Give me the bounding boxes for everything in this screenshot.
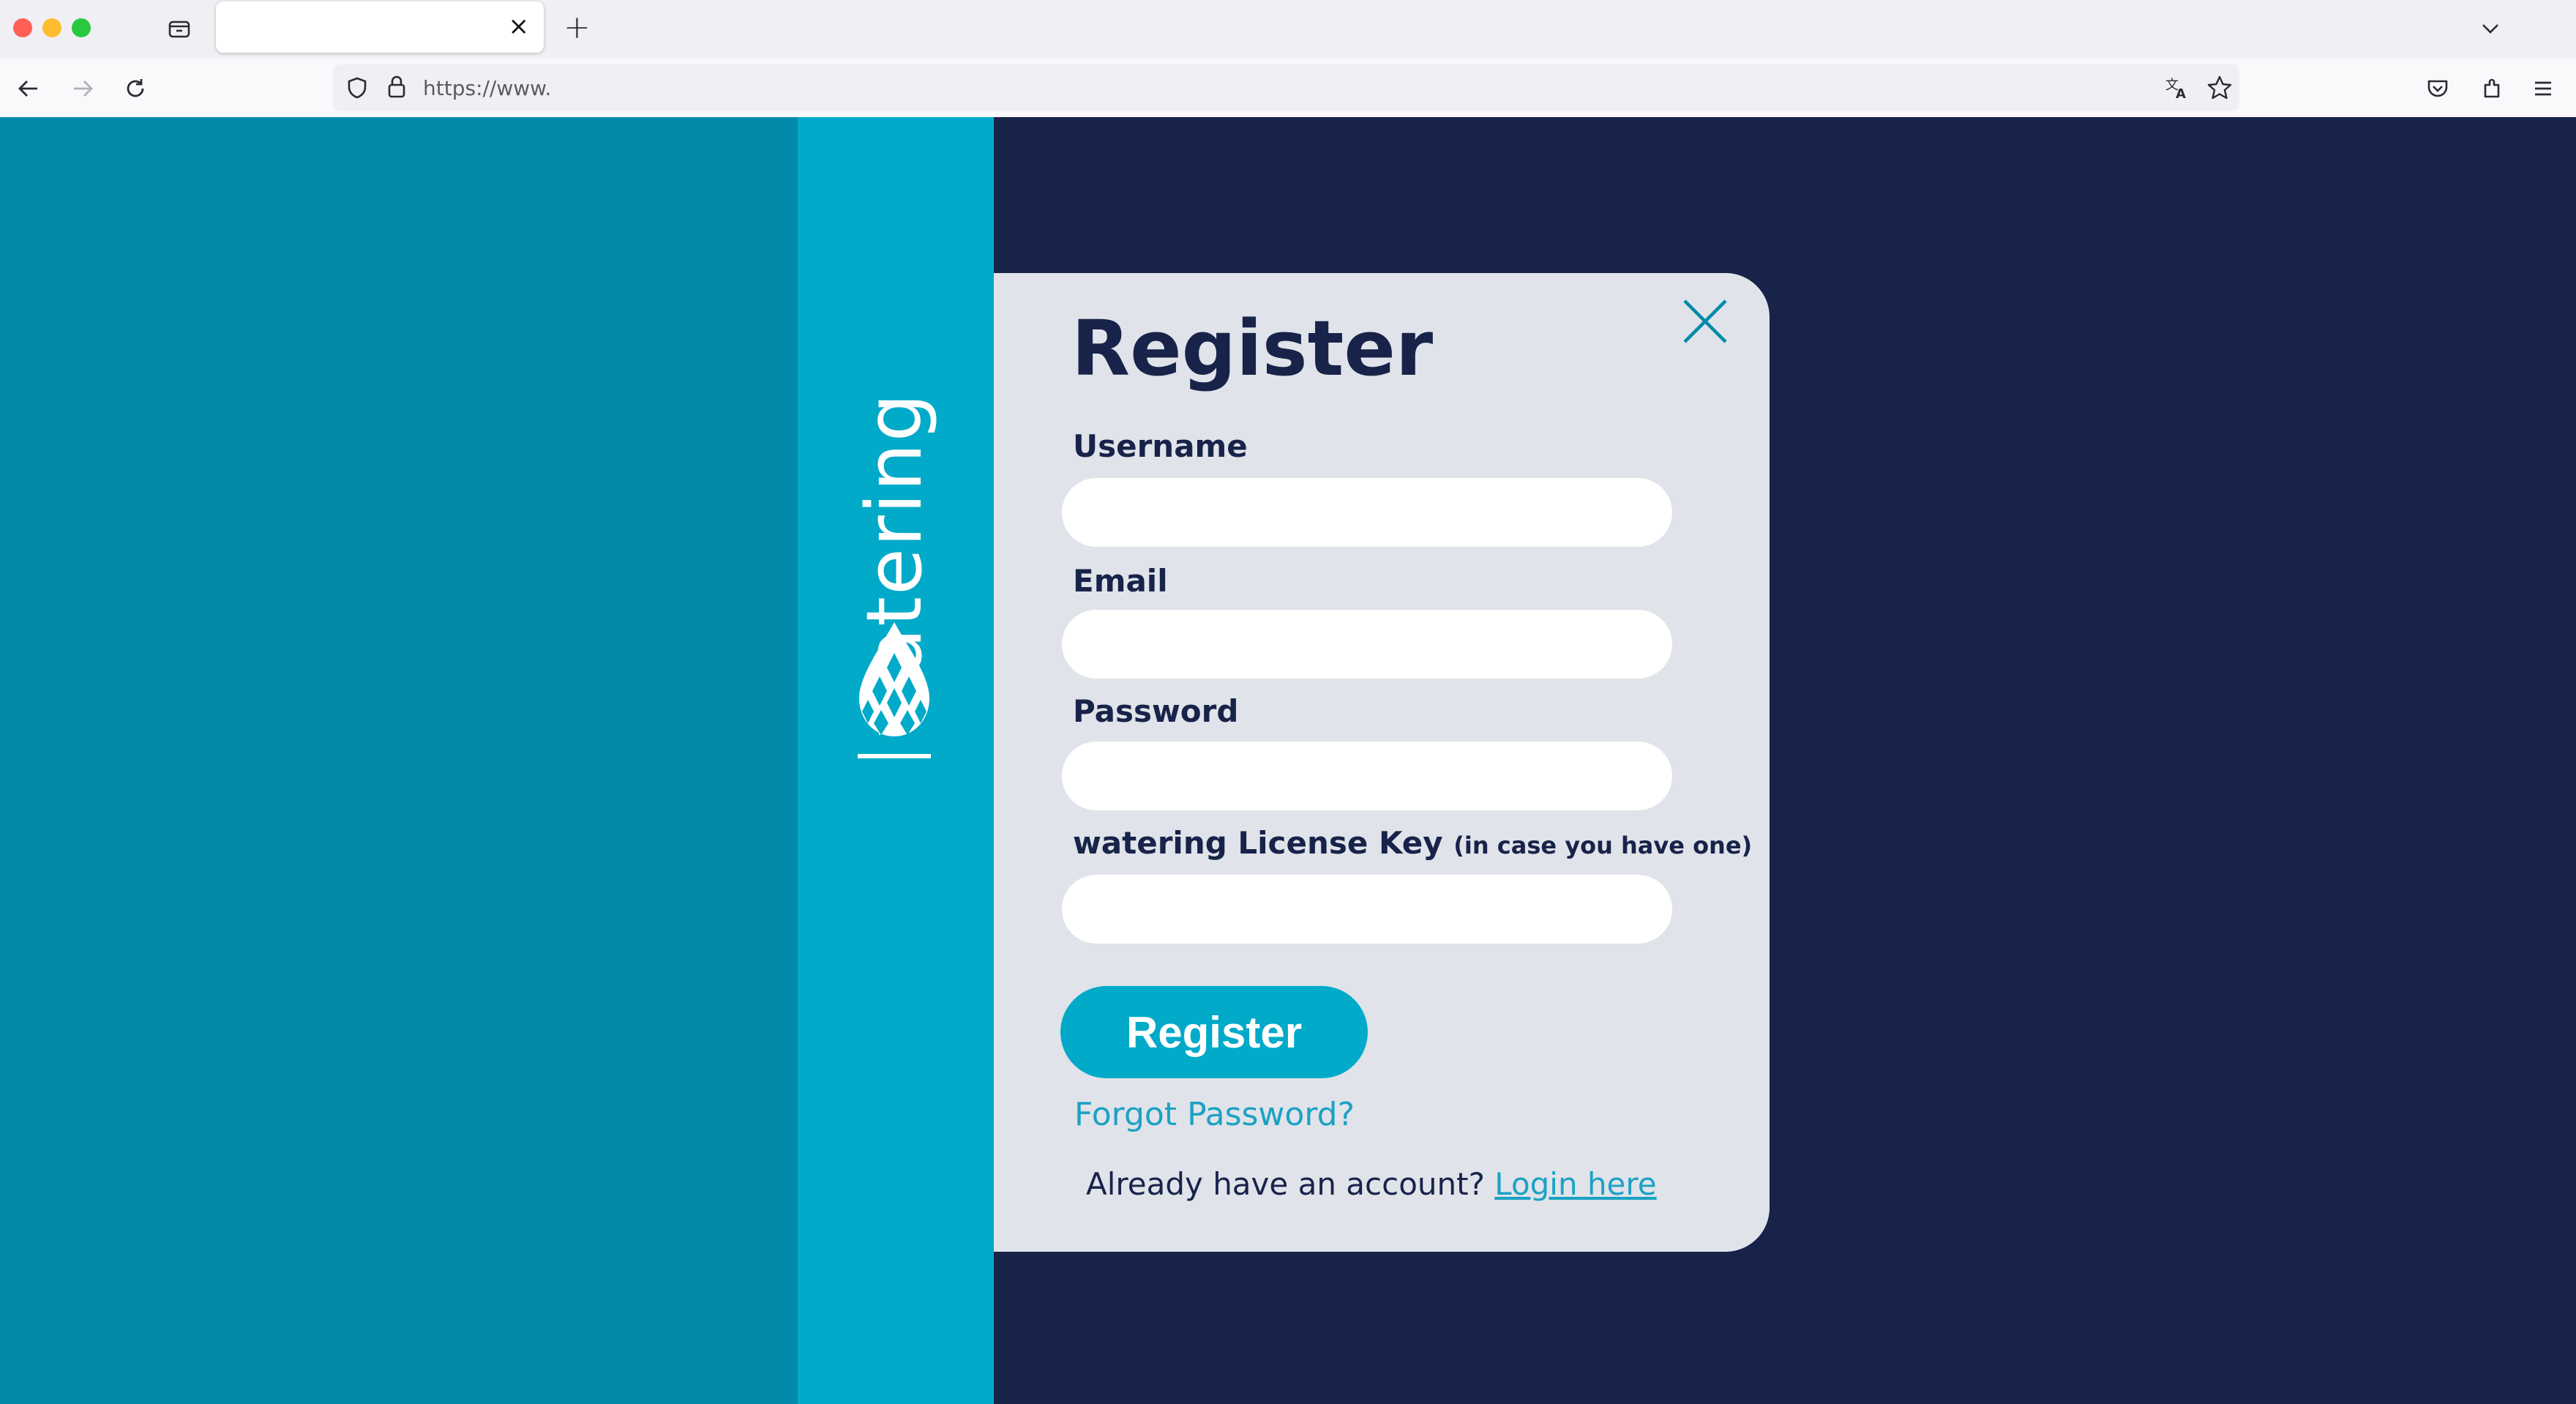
forgot-password-link[interactable]: Forgot Password? [1074, 1096, 1355, 1133]
browser-tab-bar: × + [0, 0, 2576, 59]
browser-tab-active[interactable]: × [216, 1, 544, 53]
username-label: Username [1073, 428, 1248, 464]
lock-icon[interactable] [384, 74, 409, 100]
window-close-dot[interactable] [13, 18, 32, 37]
password-input[interactable] [1062, 742, 1672, 810]
password-label: Password [1073, 693, 1239, 729]
svg-text:A: A [2176, 86, 2186, 101]
window-zoom-dot[interactable] [72, 18, 91, 37]
shield-icon[interactable] [345, 75, 370, 100]
license-key-label: watering License Key (in case you have o… [1073, 825, 1752, 861]
tab-overflow-chevron-icon[interactable] [2479, 18, 2501, 40]
window-minimize-dot[interactable] [42, 18, 61, 37]
page-viewport: watering Register Username Email Passwor… [0, 117, 2576, 1404]
license-key-input[interactable] [1062, 875, 1672, 944]
extensions-icon[interactable] [2479, 76, 2504, 101]
pocket-icon[interactable] [2425, 76, 2450, 101]
username-input[interactable] [1062, 478, 1672, 547]
bookmark-star-icon[interactable] [2206, 75, 2233, 101]
tab-list-icon[interactable] [167, 16, 192, 41]
forward-icon[interactable] [70, 76, 95, 101]
license-key-note: (in case you have one) [1453, 832, 1753, 859]
browser-toolbar: https://www. 文 A [0, 59, 2576, 117]
left-teal-panel [0, 117, 798, 1404]
address-bar[interactable]: https://www. 文 A [333, 64, 2239, 111]
tab-close-icon[interactable]: × [509, 12, 530, 41]
form-title: Register [1071, 304, 1434, 393]
new-tab-button[interactable]: + [564, 9, 591, 46]
register-button[interactable]: Register [1060, 986, 1368, 1078]
email-label: Email [1073, 563, 1168, 599]
url-text[interactable]: https://www. [423, 76, 551, 100]
login-prompt-row: Already have an account? Login here [1086, 1166, 1657, 1202]
email-input[interactable] [1062, 610, 1672, 679]
login-here-link[interactable]: Login here [1494, 1166, 1656, 1202]
license-key-label-text: watering License Key [1073, 825, 1443, 861]
water-drop-logo-icon [858, 622, 931, 758]
close-icon[interactable] [1679, 295, 1731, 348]
reload-icon[interactable] [123, 76, 148, 101]
login-prompt-text: Already have an account? [1086, 1166, 1485, 1202]
menu-icon[interactable] [2531, 76, 2556, 101]
translate-icon[interactable]: 文 A [2164, 75, 2190, 101]
back-icon[interactable] [16, 76, 41, 101]
register-card: Register Username Email Password waterin… [994, 273, 1770, 1252]
